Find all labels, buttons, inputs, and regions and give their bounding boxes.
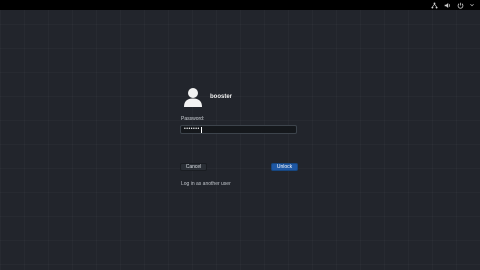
username: booster — [210, 94, 233, 100]
top-bar — [0, 0, 480, 10]
cancel-button[interactable]: Cancel — [180, 163, 207, 171]
user-avatar-icon — [184, 88, 202, 107]
status-area[interactable] — [431, 0, 474, 10]
chevron-down-icon[interactable] — [470, 3, 474, 7]
unlock-dialog: booster Password: ••••••• Cancel Unlock … — [180, 86, 302, 187]
unlock-button[interactable]: Unlock — [271, 163, 298, 171]
password-field[interactable]: ••••••• — [180, 125, 297, 134]
volume-icon[interactable] — [444, 2, 451, 9]
user-row: booster — [184, 86, 302, 108]
network-icon[interactable] — [431, 1, 438, 9]
power-icon[interactable] — [457, 2, 464, 9]
switch-user-link[interactable]: Log in as another user — [181, 181, 302, 187]
password-value: ••••••• — [184, 126, 200, 132]
text-cursor — [200, 126, 202, 133]
password-label: Password: — [181, 116, 205, 122]
button-row: Cancel Unlock — [180, 163, 298, 171]
